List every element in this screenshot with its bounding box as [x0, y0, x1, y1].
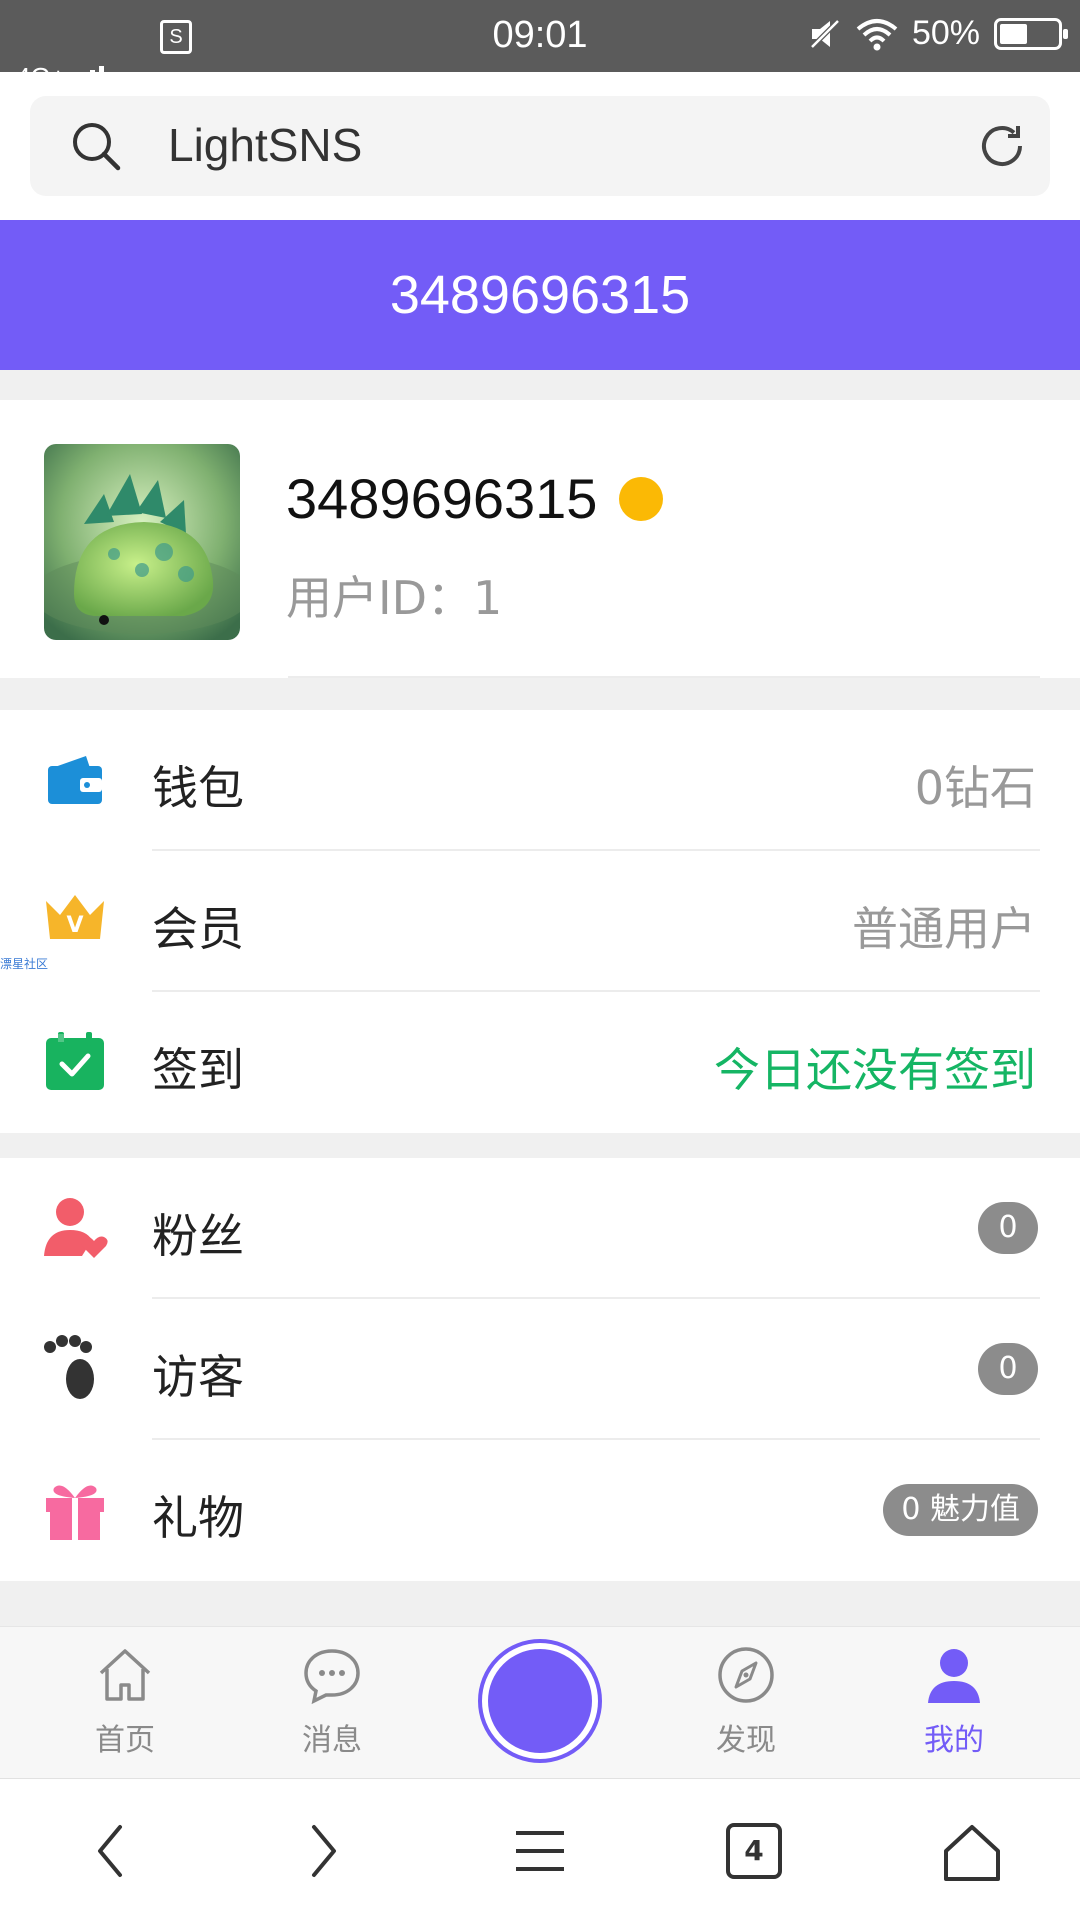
browser-nav-bar: 4	[0, 1778, 1080, 1920]
item-label: 会员	[152, 902, 244, 956]
tab-label: 我的	[924, 1723, 984, 1758]
avatar[interactable]	[44, 444, 240, 640]
list-item-visitors[interactable]: 访客 0	[0, 1299, 1080, 1440]
tab-label: 发现	[716, 1723, 776, 1758]
item-label: 粉丝	[152, 1209, 244, 1263]
tab-discover[interactable]: 发现	[671, 1645, 821, 1759]
social-group: 粉丝 0 访客 0 礼物 0 魅力值	[0, 1158, 1080, 1581]
home-outline-icon[interactable]	[940, 1821, 1004, 1885]
charm-badge: 0 魅力值	[883, 1484, 1038, 1536]
item-label: 礼物	[152, 1491, 244, 1545]
browser-address-bar: LightSNS	[0, 72, 1080, 220]
fans-icon	[44, 1198, 108, 1258]
user-id: 用户ID：1	[286, 571, 503, 625]
url-field[interactable]: LightSNS	[30, 96, 1050, 196]
list-item-wallet[interactable]: 钱包 0钻石	[0, 710, 1080, 851]
menu-icon[interactable]	[512, 1821, 568, 1881]
search-icon	[73, 123, 121, 171]
publish-button[interactable]	[478, 1639, 602, 1763]
forward-icon[interactable]	[304, 1821, 344, 1881]
tab-label: 首页	[95, 1723, 155, 1758]
item-value: 0钻石	[914, 761, 1036, 815]
status-bar: 4G+ 2G S 09:01 50%	[0, 0, 1080, 233]
divider	[288, 676, 1040, 678]
url-text: LightSNS	[168, 119, 363, 171]
item-value: 今日还没有签到	[714, 1043, 1036, 1097]
message-icon	[304, 1649, 360, 1705]
tab-messages[interactable]: 消息	[257, 1645, 407, 1759]
user-icon	[928, 1649, 980, 1703]
count-badge: 0	[978, 1202, 1038, 1254]
list-item-gifts[interactable]: 礼物 0 魅力值	[0, 1440, 1080, 1581]
list-item-checkin[interactable]: 签到 今日还没有签到	[0, 992, 1080, 1133]
battery-percent: 50%	[911, 14, 980, 52]
svg-text:V: V	[66, 913, 83, 938]
wifi-icon	[856, 18, 898, 50]
home-icon	[99, 1649, 151, 1701]
vip-crown-icon: V	[46, 895, 104, 939]
list-item-fans[interactable]: 粉丝 0	[0, 1158, 1080, 1299]
calendar-check-icon	[46, 1032, 104, 1090]
item-label: 签到	[152, 1043, 244, 1097]
compass-icon	[718, 1647, 774, 1703]
profile-name: 3489696315	[286, 466, 664, 531]
mute-icon	[810, 18, 840, 49]
profile-name-text: 3489696315	[286, 467, 598, 530]
list-item-membership[interactable]: V 漂星社区 会员 普通用户	[0, 851, 1080, 992]
status-dot-icon	[619, 476, 664, 521]
wallet-icon	[48, 756, 102, 804]
app-tab-bar: 首页 消息 发现 我的	[0, 1626, 1080, 1778]
battery-icon	[994, 17, 1068, 50]
gift-icon	[46, 1485, 104, 1540]
item-label: 访客	[152, 1350, 244, 1404]
reload-icon[interactable]	[974, 118, 1030, 174]
profile-card[interactable]: 3489696315 用户ID：1	[0, 400, 1080, 678]
footprint-icon	[44, 1335, 94, 1399]
tab-me[interactable]: 我的	[879, 1645, 1029, 1759]
tab-home[interactable]: 首页	[50, 1645, 200, 1759]
tab-label: 消息	[302, 1723, 362, 1758]
count-badge: 0	[978, 1343, 1038, 1395]
item-label: 钱包	[152, 761, 244, 815]
back-icon[interactable]	[90, 1821, 130, 1881]
item-value: 普通用户	[852, 902, 1036, 956]
status-right: 50%	[808, 14, 1068, 53]
page-title: 3489696315	[0, 220, 1080, 370]
tabs-icon[interactable]: 4	[726, 1823, 782, 1879]
watermark-text: 漂星社区	[0, 957, 49, 971]
tab-count: 4	[744, 1834, 764, 1867]
account-group: 钱包 0钻石 V 漂星社区 会员 普通用户 签到 今日还没有签到	[0, 710, 1080, 1133]
